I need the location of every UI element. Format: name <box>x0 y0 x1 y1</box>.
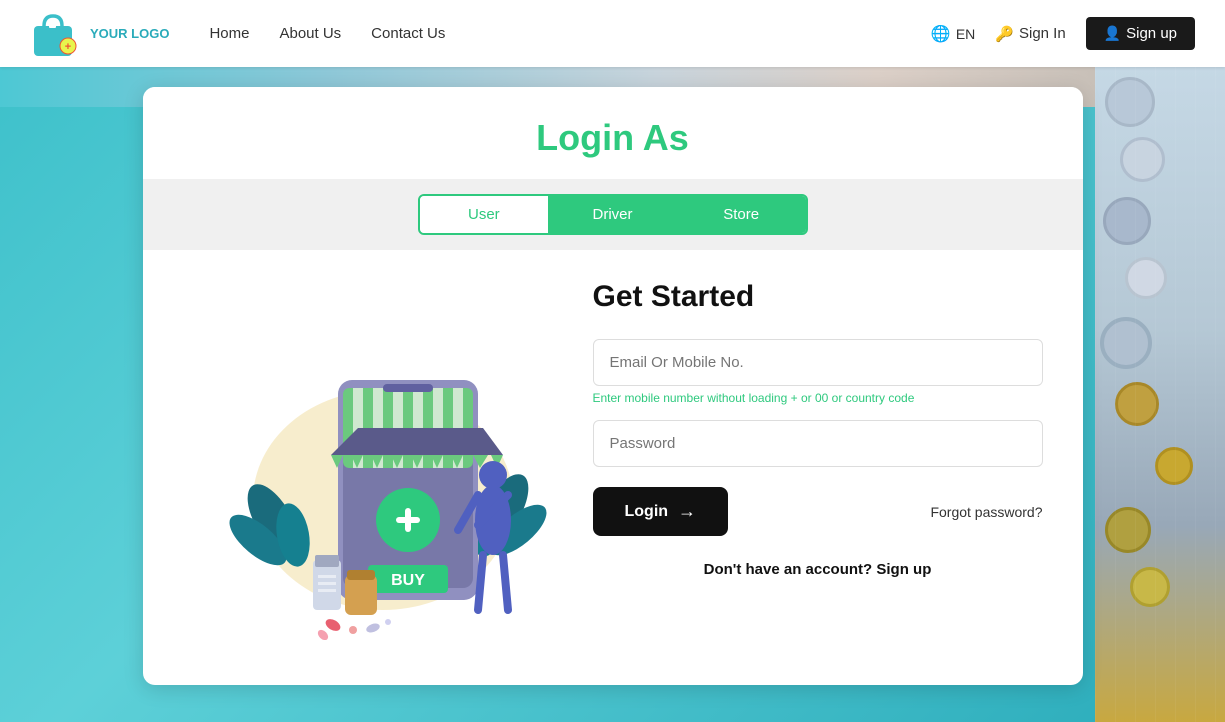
tab-driver[interactable]: Driver <box>548 196 677 233</box>
nav-contact[interactable]: Contact Us <box>371 25 445 42</box>
card-header: Login As <box>143 87 1083 179</box>
svg-text:+: + <box>65 41 71 53</box>
no-account-text: Don't have an account? <box>704 561 873 578</box>
logo-svg: + <box>30 8 82 60</box>
logo-text: YOUR LOGO <box>90 26 169 42</box>
signin-label: Sign In <box>1019 25 1066 42</box>
login-card: Login As User Driver Store <box>143 87 1083 685</box>
hint-text: Enter mobile number without loading <box>593 391 791 405</box>
email-group <box>593 339 1043 386</box>
key-icon: 🔑 <box>995 25 1014 43</box>
signup-link[interactable]: Sign up <box>876 561 931 578</box>
login-button[interactable]: Login → <box>593 487 729 536</box>
card-body: BUY <box>143 250 1083 685</box>
navbar: + YOUR LOGO Home About Us Contact Us 🌐 E… <box>0 0 1225 67</box>
tab-store[interactable]: Store <box>677 196 806 233</box>
login-tab-group: User Driver Store <box>418 194 808 235</box>
nav-signin-button[interactable]: 🔑 Sign In <box>995 25 1065 43</box>
forgot-password-link[interactable]: Forgot password? <box>930 504 1042 520</box>
login-title: Login As <box>163 117 1063 159</box>
illustration-area: BUY <box>183 280 563 645</box>
globe-icon: 🌐 <box>931 24 951 44</box>
form-heading: Get Started <box>593 280 1043 314</box>
hint-highlight: + or 00 or country code <box>791 391 915 405</box>
arrow-icon: → <box>678 501 696 522</box>
signup-label: Sign up <box>1126 25 1177 42</box>
pharmacy-illustration: BUY <box>183 280 563 640</box>
tab-bar: User Driver Store <box>143 179 1083 250</box>
password-input[interactable] <box>593 420 1043 467</box>
login-label: Login <box>625 503 669 521</box>
main-content: Login As User Driver Store <box>0 67 1225 722</box>
logo-area[interactable]: + YOUR LOGO <box>30 8 169 60</box>
nav-right: 🌐 EN 🔑 Sign In 👤 Sign up <box>931 17 1195 50</box>
email-input[interactable] <box>593 339 1043 386</box>
tab-user[interactable]: User <box>420 196 549 233</box>
nav-signup-button[interactable]: 👤 Sign up <box>1086 17 1195 50</box>
logo-icon: + <box>30 8 82 60</box>
form-area: Get Started Enter mobile number without … <box>563 280 1043 645</box>
nav-home[interactable]: Home <box>209 25 249 42</box>
nav-links: Home About Us Contact Us <box>209 25 930 42</box>
nav-language[interactable]: 🌐 EN <box>931 24 975 44</box>
password-group <box>593 420 1043 467</box>
nav-about[interactable]: About Us <box>279 25 341 42</box>
signup-prompt: Don't have an account? Sign up <box>593 561 1043 578</box>
form-bottom-row: Login → Forgot password? <box>593 487 1043 536</box>
svg-text:BUY: BUY <box>391 572 425 589</box>
lang-label: EN <box>956 26 975 42</box>
user-icon: 👤 <box>1104 25 1121 42</box>
email-hint: Enter mobile number without loading + or… <box>593 391 1043 405</box>
